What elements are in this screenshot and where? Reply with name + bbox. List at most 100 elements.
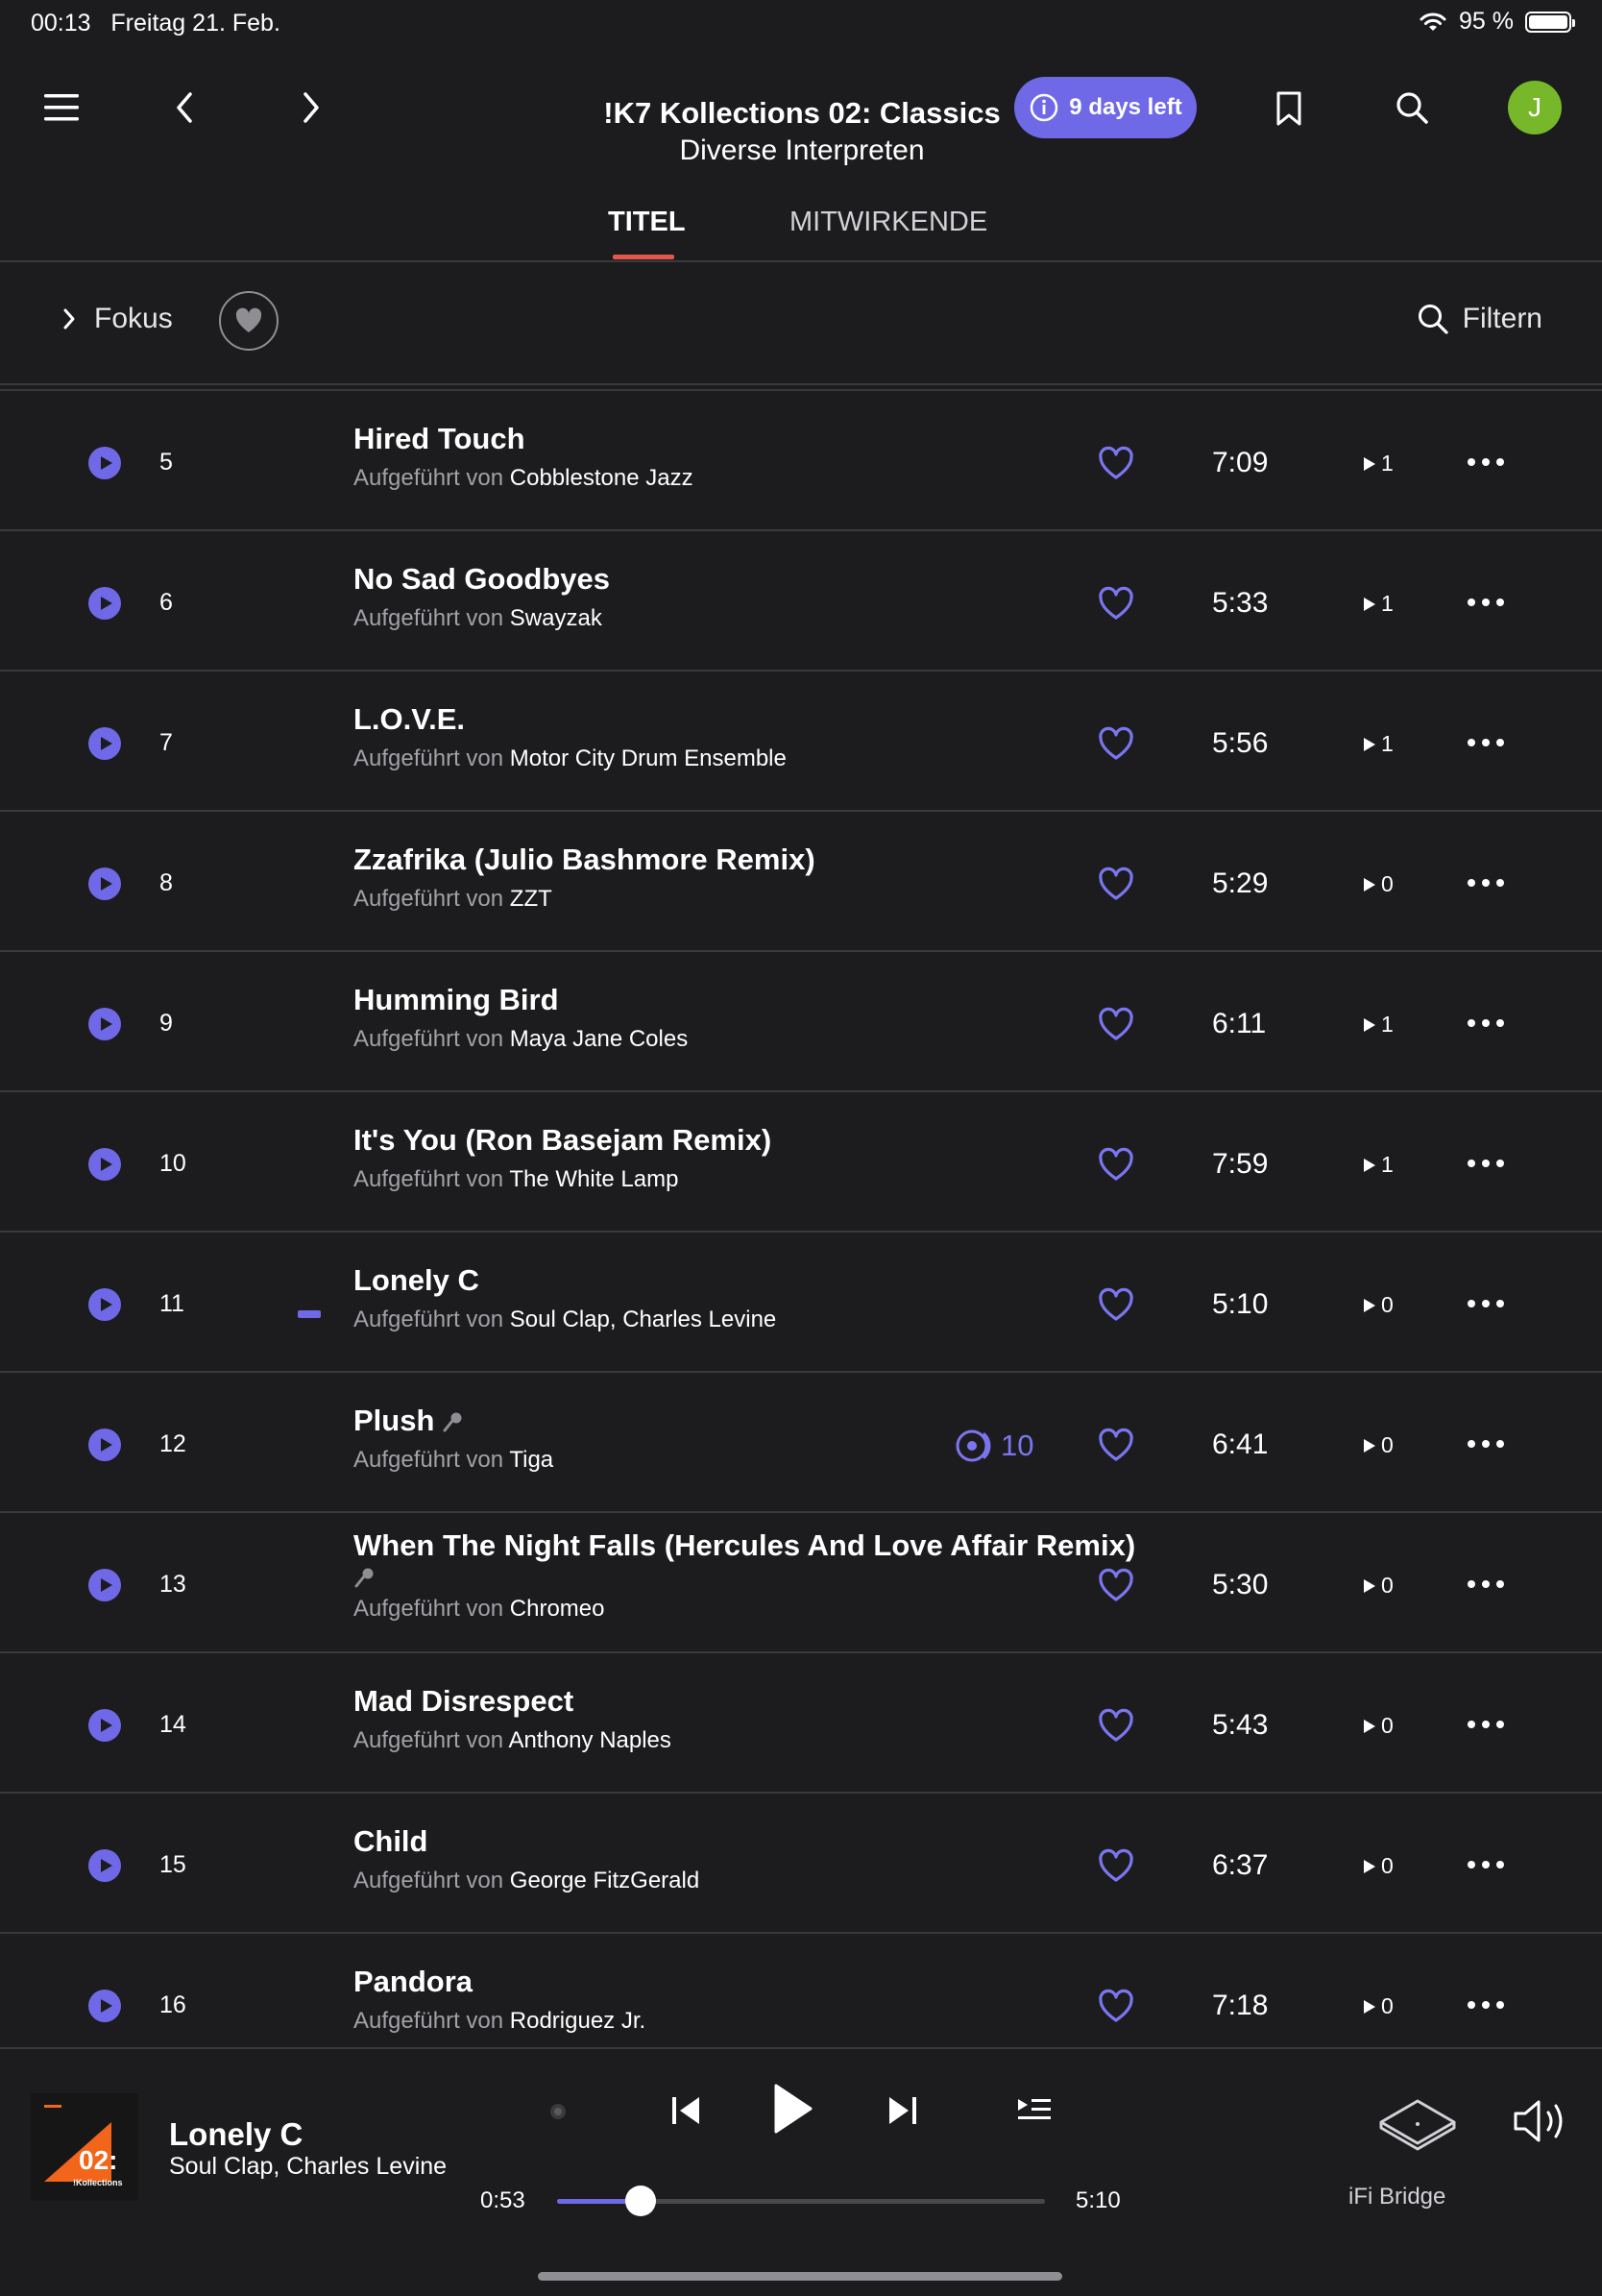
track-artist[interactable]: Swayzak <box>510 605 602 631</box>
play-track-icon[interactable] <box>88 727 121 760</box>
track-artist[interactable]: Tiga <box>509 1447 553 1473</box>
track-info[interactable]: No Sad Goodbyes Aufgeführt von Swayzak <box>353 562 1093 632</box>
album-artist[interactable]: Diverse Interpreten <box>576 134 1028 167</box>
track-row[interactable]: 7 L.O.V.E. Aufgeführt von Motor City Dru… <box>0 672 1602 812</box>
track-info[interactable]: Hired Touch Aufgeführt von Cobblestone J… <box>353 422 1093 492</box>
play-track-icon[interactable] <box>88 587 121 620</box>
track-info[interactable]: It's You (Ron Basejam Remix) Aufgeführt … <box>353 1123 1093 1193</box>
track-artist[interactable]: Cobblestone Jazz <box>510 465 693 491</box>
volume-icon[interactable] <box>1512 2097 1573 2150</box>
track-info[interactable]: Mad Disrespect Aufgeführt von Anthony Na… <box>353 1684 1093 1754</box>
favorite-heart-icon[interactable] <box>1097 1988 1135 2026</box>
radio-count[interactable]: 10 <box>955 1429 1033 1463</box>
play-track-icon[interactable] <box>88 867 121 900</box>
more-options-icon[interactable] <box>1468 1440 1504 1448</box>
favorite-heart-icon[interactable] <box>1097 1146 1135 1185</box>
track-row[interactable]: 9 Humming Bird Aufgeführt von Maya Jane … <box>0 952 1602 1092</box>
play-track-icon[interactable] <box>88 1288 121 1321</box>
menu-icon[interactable] <box>38 85 85 131</box>
track-row[interactable]: 15 Child Aufgeführt von George FitzGeral… <box>0 1794 1602 1934</box>
progress-knob[interactable] <box>624 2186 656 2216</box>
progress-bar[interactable] <box>557 2186 1045 2216</box>
focus-toggle[interactable]: Fokus <box>61 303 173 335</box>
more-options-icon[interactable] <box>1468 1300 1504 1307</box>
track-row[interactable]: 10 It's You (Ron Basejam Remix) Aufgefüh… <box>0 1092 1602 1233</box>
track-row[interactable]: 12 Plush Aufgeführt von Tiga 10 6:41 0 <box>0 1373 1602 1513</box>
more-options-icon[interactable] <box>1468 1721 1504 1728</box>
next-track-icon[interactable] <box>886 2091 920 2135</box>
more-options-icon[interactable] <box>1468 1580 1504 1588</box>
track-info[interactable]: Zzafrika (Julio Bashmore Remix) Aufgefüh… <box>353 843 1093 913</box>
track-row[interactable]: 6 No Sad Goodbyes Aufgeführt von Swayzak… <box>0 531 1602 672</box>
play-track-icon[interactable] <box>88 1709 121 1742</box>
now-playing-artist[interactable]: Soul Clap, Charles Levine <box>169 2153 447 2181</box>
favorite-heart-icon[interactable] <box>1097 1567 1135 1605</box>
track-artist[interactable]: Maya Jane Coles <box>510 1026 688 1052</box>
track-artist[interactable]: Charles Levine <box>622 1307 776 1332</box>
track-row[interactable]: 16 Pandora Aufgeführt von Rodriguez Jr. … <box>0 1934 1602 2049</box>
device-icon[interactable] <box>1375 2093 1460 2158</box>
back-icon[interactable] <box>165 85 204 131</box>
more-options-icon[interactable] <box>1468 1019 1504 1027</box>
track-artist[interactable]: Motor City Drum Ensemble <box>510 745 787 771</box>
track-row[interactable]: 8 Zzafrika (Julio Bashmore Remix) Aufgef… <box>0 812 1602 952</box>
play-track-icon[interactable] <box>88 1569 121 1601</box>
more-options-icon[interactable] <box>1468 598 1504 606</box>
track-info[interactable]: Lonely C Aufgeführt von Soul Clap, Charl… <box>353 1263 1093 1333</box>
track-row[interactable]: 5 Hired Touch Aufgeführt von Cobblestone… <box>0 391 1602 531</box>
more-options-icon[interactable] <box>1468 2001 1504 2009</box>
track-artist[interactable]: Anthony Naples <box>508 1727 670 1753</box>
favorite-heart-icon[interactable] <box>1097 725 1135 764</box>
play-track-icon[interactable] <box>88 1990 121 2022</box>
more-options-icon[interactable] <box>1468 1160 1504 1167</box>
track-artist[interactable]: ZZT <box>510 886 552 912</box>
user-avatar[interactable]: J <box>1508 81 1562 134</box>
more-options-icon[interactable] <box>1468 739 1504 746</box>
track-info[interactable]: When The Night Falls (Hercules And Love … <box>353 1528 1135 1623</box>
more-options-icon[interactable] <box>1468 879 1504 887</box>
favorite-heart-icon[interactable] <box>1097 1006 1135 1044</box>
track-info[interactable]: L.O.V.E. Aufgeführt von Motor City Drum … <box>353 702 1093 772</box>
tab-titel[interactable]: TITEL <box>608 207 686 238</box>
favorite-heart-icon[interactable] <box>1097 1707 1135 1746</box>
track-artist[interactable]: Soul Clap <box>510 1307 610 1332</box>
play-track-icon[interactable] <box>88 1849 121 1882</box>
track-info[interactable]: Child Aufgeführt von George FitzGerald <box>353 1824 1093 1894</box>
filter-button[interactable]: Filtern <box>1417 303 1542 335</box>
favorite-heart-icon[interactable] <box>1097 1427 1135 1465</box>
radio-dot-icon[interactable] <box>549 2103 567 2120</box>
play-track-icon[interactable] <box>88 1148 121 1181</box>
favorite-heart-icon[interactable] <box>1097 1847 1135 1886</box>
tab-mitwirkende[interactable]: MITWIRKENDE <box>789 207 987 238</box>
favorite-heart-icon[interactable] <box>1097 445 1135 483</box>
play-track-icon[interactable] <box>88 1429 121 1461</box>
trial-badge[interactable]: 9 days left <box>1014 77 1197 138</box>
favorite-heart-icon[interactable] <box>1097 585 1135 623</box>
more-options-icon[interactable] <box>1468 1861 1504 1869</box>
track-info[interactable]: Pandora Aufgeführt von Rodriguez Jr. <box>353 1965 1093 2035</box>
track-artist[interactable]: Rodriguez Jr. <box>510 2008 645 2034</box>
favorite-heart-icon[interactable] <box>1097 1286 1135 1325</box>
favorite-heart-icon[interactable] <box>1097 866 1135 904</box>
track-row-now-playing[interactable]: 11 Lonely C Aufgeführt von Soul Clap, Ch… <box>0 1233 1602 1373</box>
now-playing-title[interactable]: Lonely C <box>169 2116 303 2153</box>
track-duration: 5:29 <box>1212 867 1269 899</box>
forward-icon[interactable] <box>292 85 330 131</box>
queue-icon[interactable] <box>1016 2095 1053 2131</box>
track-artist[interactable]: The White Lamp <box>509 1166 678 1192</box>
output-device-name[interactable]: iFi Bridge <box>1348 2184 1445 2211</box>
search-icon[interactable] <box>1391 86 1433 129</box>
more-options-icon[interactable] <box>1468 458 1504 466</box>
track-artist[interactable]: Chromeo <box>510 1596 605 1622</box>
track-row[interactable]: 14 Mad Disrespect Aufgeführt von Anthony… <box>0 1653 1602 1794</box>
play-icon[interactable] <box>770 2080 814 2142</box>
track-info[interactable]: Humming Bird Aufgeführt von Maya Jane Co… <box>353 983 1093 1053</box>
album-cover[interactable]: 02: !Kollections <box>31 2093 138 2201</box>
track-artist[interactable]: George FitzGerald <box>510 1868 699 1893</box>
previous-track-icon[interactable] <box>668 2091 703 2135</box>
play-track-icon[interactable] <box>88 1008 121 1040</box>
favorites-filter-button[interactable] <box>219 291 279 351</box>
bookmark-icon[interactable] <box>1270 86 1308 131</box>
play-track-icon[interactable] <box>88 447 121 479</box>
track-row[interactable]: 13 When The Night Falls (Hercules And Lo… <box>0 1513 1602 1653</box>
